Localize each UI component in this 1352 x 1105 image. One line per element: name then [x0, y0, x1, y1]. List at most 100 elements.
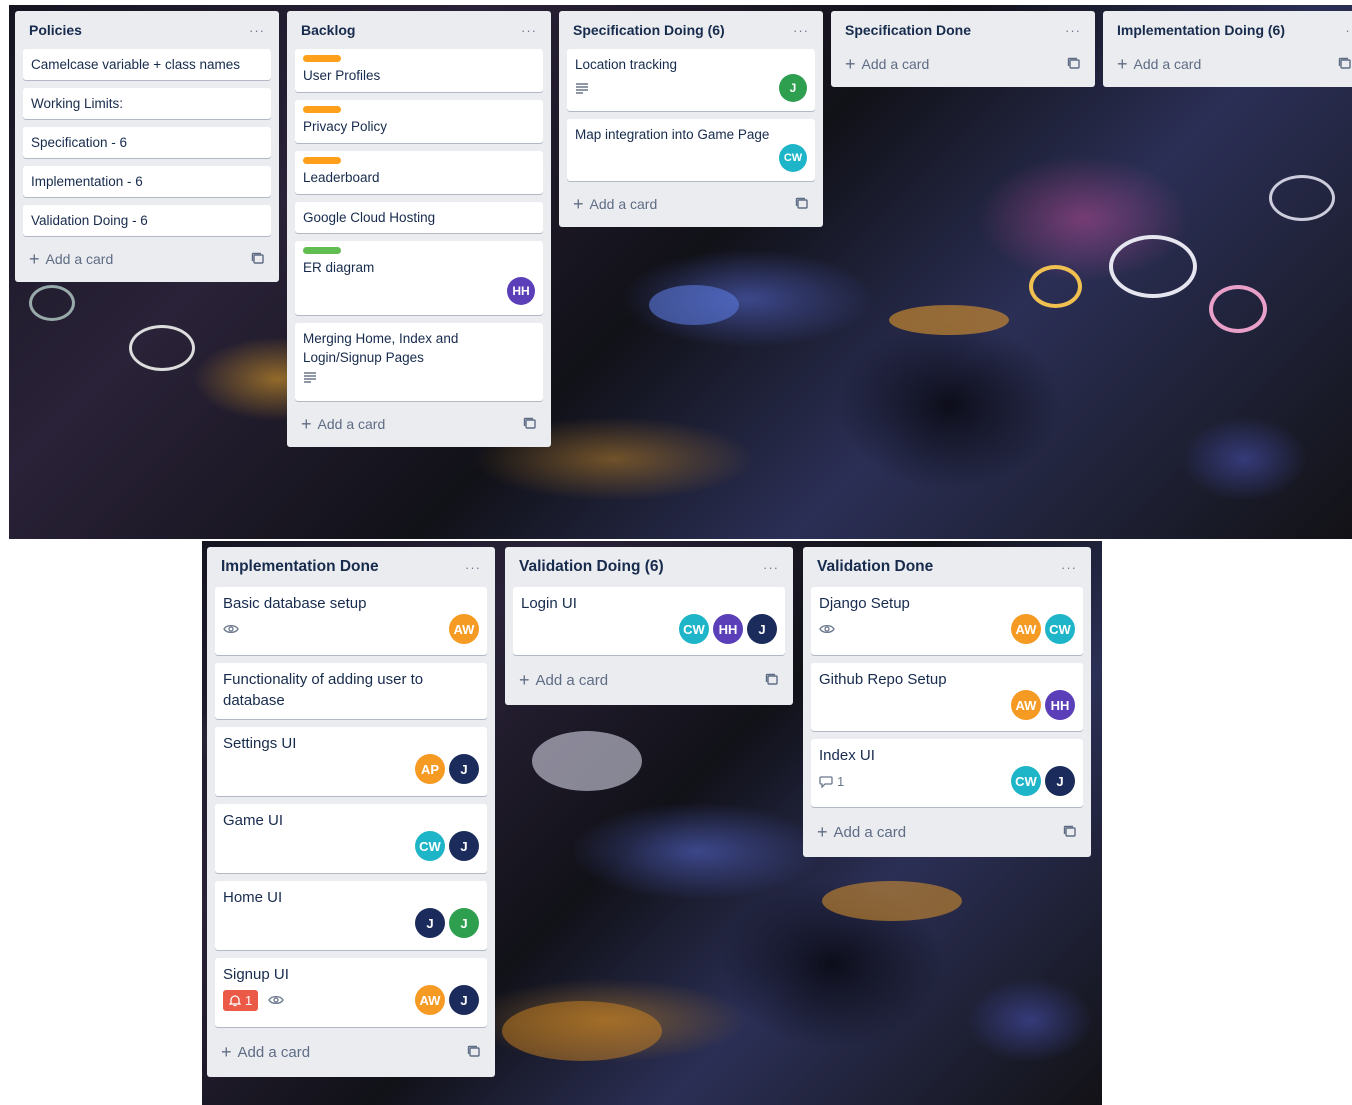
- card-title: User Profiles: [303, 68, 381, 83]
- avatar[interactable]: HH: [1045, 690, 1075, 720]
- avatar[interactable]: CW: [779, 144, 807, 172]
- list-title[interactable]: Implementation Done: [221, 558, 379, 576]
- add-card-button[interactable]: + Add a card: [215, 1035, 487, 1069]
- card[interactable]: Privacy Policy: [295, 100, 543, 143]
- avatar[interactable]: J: [415, 908, 445, 938]
- card-template-icon[interactable]: [1338, 57, 1352, 71]
- avatar[interactable]: AP: [415, 754, 445, 784]
- watch-icon: [223, 623, 239, 635]
- card[interactable]: Merging Home, Index and Login/Signup Pag…: [295, 323, 543, 401]
- card-title: Game UI: [223, 812, 284, 829]
- notification-count: 1: [245, 992, 253, 1008]
- card[interactable]: Login UI CW HH J: [513, 587, 785, 655]
- card-template-icon[interactable]: [523, 417, 537, 431]
- add-card-button[interactable]: + Add a card: [811, 815, 1083, 849]
- card[interactable]: Camelcase variable + class names: [23, 49, 271, 80]
- card-label[interactable]: [303, 247, 341, 254]
- avatar[interactable]: J: [449, 908, 479, 938]
- list-menu-icon[interactable]: ···: [249, 23, 265, 38]
- avatar[interactable]: CW: [1011, 766, 1041, 796]
- avatar[interactable]: AW: [1011, 614, 1041, 644]
- card-label[interactable]: [303, 55, 341, 62]
- card[interactable]: ER diagram HH: [295, 241, 543, 315]
- card-template-icon[interactable]: [765, 673, 779, 687]
- add-card-button[interactable]: + Add a card: [839, 49, 1087, 79]
- list-menu-icon[interactable]: ···: [521, 23, 537, 38]
- card[interactable]: Working Limits:: [23, 88, 271, 119]
- card-title: Google Cloud Hosting: [303, 210, 436, 225]
- card[interactable]: Map integration into Game Page CW: [567, 119, 815, 181]
- card[interactable]: Home UI J J: [215, 881, 487, 950]
- avatar[interactable]: HH: [713, 614, 743, 644]
- list-menu-icon[interactable]: ··: [1345, 23, 1352, 38]
- card[interactable]: Settings UI AP J: [215, 727, 487, 796]
- card[interactable]: Location tracking J: [567, 49, 815, 111]
- add-card-button[interactable]: + Add a card: [1111, 49, 1352, 79]
- avatar[interactable]: J: [779, 74, 807, 102]
- avatar[interactable]: J: [1045, 766, 1075, 796]
- card-template-icon[interactable]: [1067, 57, 1081, 71]
- avatar[interactable]: AW: [415, 985, 445, 1015]
- plus-icon: +: [301, 414, 312, 434]
- avatar[interactable]: AW: [449, 614, 479, 644]
- list-menu-icon[interactable]: ···: [465, 560, 481, 575]
- card[interactable]: Leaderboard: [295, 151, 543, 194]
- list-title[interactable]: Backlog: [301, 22, 355, 38]
- card[interactable]: Index UI 1 CW J: [811, 739, 1083, 807]
- add-card-button[interactable]: + Add a card: [23, 244, 271, 274]
- list-title[interactable]: Validation Done: [817, 558, 933, 576]
- watch-icon: [819, 623, 835, 635]
- avatar[interactable]: AW: [1011, 690, 1041, 720]
- list-menu-icon[interactable]: ···: [793, 23, 809, 38]
- list-menu-icon[interactable]: ···: [763, 560, 779, 575]
- list-title[interactable]: Validation Doing (6): [519, 558, 664, 576]
- list-title[interactable]: Policies: [29, 22, 82, 38]
- add-card-button[interactable]: + Add a card: [295, 409, 543, 439]
- avatar[interactable]: J: [449, 831, 479, 861]
- card[interactable]: Basic database setup AW: [215, 587, 487, 655]
- list-implementation-doing: Implementation Doing (6) ·· + Add a card: [1103, 11, 1352, 87]
- avatar[interactable]: J: [449, 985, 479, 1015]
- add-card-label: Add a card: [45, 251, 114, 267]
- card-title: Home UI: [223, 889, 283, 906]
- card[interactable]: Specification - 6: [23, 127, 271, 158]
- list-title[interactable]: Implementation Doing (6): [1117, 22, 1285, 38]
- add-card-label: Add a card: [861, 56, 930, 72]
- card[interactable]: Github Repo Setup AW HH: [811, 663, 1083, 731]
- list-implementation-done: Implementation Done ··· Basic database s…: [207, 547, 495, 1077]
- card-title: Merging Home, Index and Login/Signup Pag…: [303, 331, 459, 365]
- card[interactable]: Django Setup AW CW: [811, 587, 1083, 655]
- list-title[interactable]: Specification Done: [845, 22, 971, 38]
- card-title: Camelcase variable + class names: [31, 57, 240, 72]
- card-template-icon[interactable]: [1063, 825, 1077, 839]
- card-title: Working Limits:: [31, 96, 124, 111]
- card-template-icon[interactable]: [251, 252, 265, 266]
- card-label[interactable]: [303, 157, 341, 164]
- card-template-icon[interactable]: [467, 1045, 481, 1059]
- list-specification-done: Specification Done ··· + Add a card: [831, 11, 1095, 87]
- avatar[interactable]: CW: [1045, 614, 1075, 644]
- card[interactable]: Validation Doing - 6: [23, 205, 271, 236]
- add-card-button[interactable]: + Add a card: [513, 663, 785, 697]
- avatar[interactable]: CW: [679, 614, 709, 644]
- card[interactable]: User Profiles: [295, 49, 543, 92]
- avatar[interactable]: HH: [507, 277, 535, 305]
- card[interactable]: Signup UI 1 AW J: [215, 958, 487, 1027]
- list-title[interactable]: Specification Doing (6): [573, 22, 725, 38]
- plus-icon: +: [573, 194, 584, 214]
- avatar[interactable]: J: [449, 754, 479, 784]
- card[interactable]: Functionality of adding user to database: [215, 663, 487, 719]
- card[interactable]: Implementation - 6: [23, 166, 271, 197]
- avatar[interactable]: CW: [415, 831, 445, 861]
- list-menu-icon[interactable]: ···: [1061, 560, 1077, 575]
- card[interactable]: Game UI CW J: [215, 804, 487, 873]
- card-title: Signup UI: [223, 966, 289, 983]
- list-menu-icon[interactable]: ···: [1065, 23, 1081, 38]
- card-label[interactable]: [303, 106, 341, 113]
- comment-icon: [819, 775, 833, 788]
- add-card-button[interactable]: + Add a card: [567, 189, 815, 219]
- card-template-icon[interactable]: [795, 197, 809, 211]
- card[interactable]: Google Cloud Hosting: [295, 202, 543, 233]
- list-validation-doing: Validation Doing (6) ··· Login UI CW HH …: [505, 547, 793, 705]
- avatar[interactable]: J: [747, 614, 777, 644]
